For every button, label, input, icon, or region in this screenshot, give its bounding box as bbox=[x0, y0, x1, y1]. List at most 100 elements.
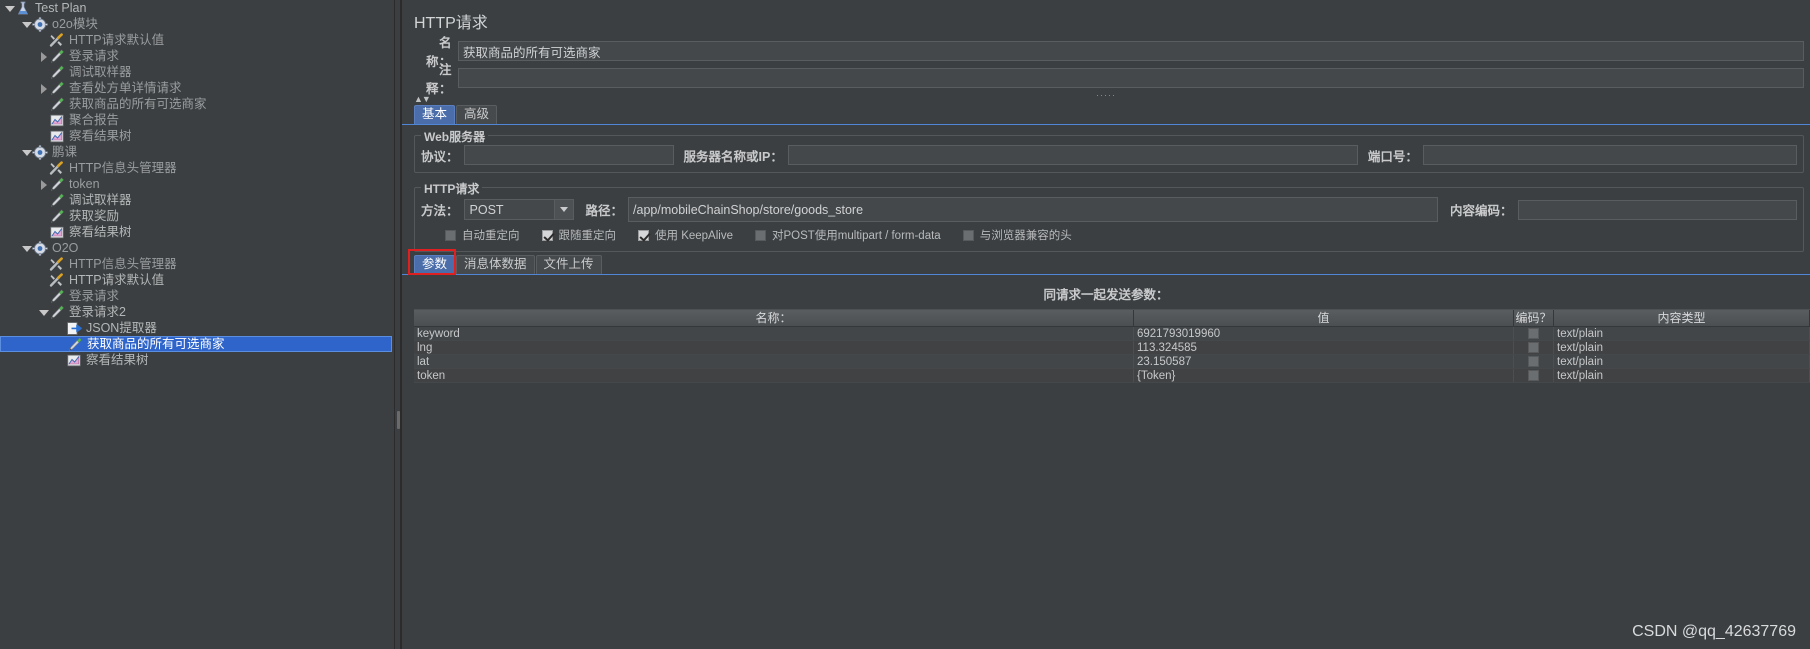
pane-splitter[interactable] bbox=[394, 0, 401, 649]
column-header[interactable]: 值 bbox=[1134, 310, 1514, 326]
tree-item[interactable]: 鹏课 bbox=[0, 144, 394, 160]
param-tab-2[interactable]: 文件上传 bbox=[535, 255, 602, 274]
tree-twisty-down-icon[interactable] bbox=[21, 147, 32, 158]
tree-twisty-down-icon[interactable] bbox=[38, 307, 49, 318]
parameters-table[interactable]: 名称：值编码？ 内容类型 keyword 6921793019960 text/pla… bbox=[414, 309, 1810, 383]
checkbox-icon[interactable] bbox=[754, 229, 766, 241]
tree-item[interactable]: 调试取样器 bbox=[0, 192, 394, 208]
tree-item-label: 察看结果树 bbox=[86, 353, 149, 367]
tree-item[interactable]: HTTP信息头管理器 bbox=[0, 160, 394, 176]
checkbox-icon[interactable] bbox=[541, 229, 553, 241]
tree-item[interactable]: o2o模块 bbox=[0, 16, 394, 32]
column-header[interactable]: 内容类型 bbox=[1554, 310, 1810, 326]
comment-input[interactable] bbox=[458, 68, 1804, 88]
tree-item[interactable]: 获取奖励 bbox=[0, 208, 394, 224]
table-row[interactable]: lat 23.150587 text/plain bbox=[414, 355, 1810, 369]
collapse-toggle[interactable]: ▲▼ ․․․․․ bbox=[402, 89, 1810, 106]
server-input[interactable] bbox=[787, 145, 1358, 165]
cell-name[interactable]: lat bbox=[414, 355, 1134, 368]
chevron-down-icon[interactable] bbox=[553, 200, 573, 219]
up-arrow-icon[interactable]: ▲ bbox=[414, 95, 423, 104]
tree-twisty-empty bbox=[38, 291, 49, 302]
checkbox-icon[interactable] bbox=[638, 229, 649, 241]
cell-name[interactable]: token bbox=[414, 369, 1134, 382]
option-3[interactable]: 对POST使用multipart / form-data bbox=[754, 227, 941, 243]
tree-item[interactable]: HTTP请求默认值 bbox=[0, 272, 394, 288]
name-input[interactable] bbox=[458, 41, 1804, 61]
cell-value[interactable]: {Token} bbox=[1134, 369, 1514, 382]
content-encoding-label: 内容编码： bbox=[1450, 204, 1513, 218]
tree-twisty-down-icon[interactable] bbox=[21, 19, 32, 30]
tree-twisty-down-icon[interactable] bbox=[4, 3, 15, 14]
content-encoding-input[interactable] bbox=[1517, 199, 1797, 220]
tree-item[interactable]: Test Plan bbox=[0, 0, 394, 16]
path-input[interactable] bbox=[628, 197, 1439, 222]
tree-item[interactable]: O2O bbox=[0, 240, 394, 256]
tree-item[interactable]: 察看结果树 bbox=[0, 128, 394, 144]
protocol-input[interactable] bbox=[463, 145, 674, 165]
tree-item[interactable]: 调试取样器 bbox=[0, 64, 394, 80]
tree-item[interactable]: 登录请求 bbox=[0, 48, 394, 64]
column-header[interactable]: 名称： bbox=[414, 310, 1134, 326]
tree-item[interactable]: 登录请求2 bbox=[0, 304, 394, 320]
table-row[interactable]: token {Token} text/plain bbox=[414, 369, 1810, 383]
tree-item[interactable]: token bbox=[0, 176, 394, 192]
cell-encode[interactable] bbox=[1514, 369, 1554, 382]
tree-item[interactable]: 察看结果树 bbox=[0, 224, 394, 240]
tree-twisty-empty bbox=[38, 67, 49, 78]
option-1[interactable]: 跟随重定向 bbox=[541, 227, 616, 243]
cell-name[interactable]: keyword bbox=[414, 327, 1134, 340]
tab-advanced[interactable]: 高级 bbox=[456, 105, 498, 124]
option-2[interactable]: 使用 KeepAlive bbox=[638, 227, 733, 243]
table-row[interactable]: lng 113.324585 text/plain bbox=[414, 341, 1810, 355]
cell-content-type[interactable]: text/plain bbox=[1554, 341, 1810, 354]
tree-item[interactable]: 察看结果树 bbox=[0, 352, 394, 368]
tree-item-label: 登录请求 bbox=[69, 289, 120, 303]
cell-value[interactable]: 6921793019960 bbox=[1134, 327, 1514, 340]
checkbox-icon[interactable] bbox=[1528, 328, 1539, 339]
param-tabstrip[interactable]: 参数 消息体数据 文件上传 bbox=[402, 249, 1810, 275]
cell-content-type[interactable]: text/plain bbox=[1554, 327, 1810, 340]
cell-value[interactable]: 113.324585 bbox=[1134, 341, 1514, 354]
tree-item[interactable]: 聚合报告 bbox=[0, 112, 394, 128]
checkbox-icon[interactable] bbox=[1528, 370, 1539, 381]
cell-encode[interactable] bbox=[1514, 327, 1554, 340]
checkbox-icon[interactable] bbox=[962, 229, 974, 241]
option-0[interactable]: 自动重定向 bbox=[445, 227, 520, 243]
tree-twisty-down-icon[interactable] bbox=[21, 243, 32, 254]
tree-item[interactable]: HTTP请求默认值 bbox=[0, 32, 394, 48]
down-arrow-icon[interactable]: ▼ bbox=[422, 95, 431, 104]
table-body: keyword 6921793019960 text/plain lng 113.324… bbox=[414, 327, 1810, 383]
cell-content-type[interactable]: text/plain bbox=[1554, 369, 1810, 382]
table-row[interactable]: keyword 6921793019960 text/plain bbox=[414, 327, 1810, 341]
test-plan-tree[interactable]: Test Plan o2o模块 HTTP请求默认值 登录请求 调试取样器 查看处方单详情请… bbox=[0, 0, 394, 649]
checkbox-icon[interactable] bbox=[1528, 356, 1539, 367]
method-select[interactable]: POST bbox=[463, 199, 574, 220]
checkbox-icon[interactable] bbox=[1528, 342, 1539, 353]
cell-name[interactable]: lng bbox=[414, 341, 1134, 354]
checkbox-icon[interactable] bbox=[445, 229, 456, 241]
cell-encode[interactable] bbox=[1514, 341, 1554, 354]
main-tabstrip[interactable]: 基本 高级 bbox=[402, 105, 1810, 125]
drag-handle-icon[interactable]: ․․․․․ bbox=[1096, 89, 1116, 98]
tree-item[interactable]: 登录请求 bbox=[0, 288, 394, 304]
tree-item[interactable]: JSON提取器 bbox=[0, 320, 394, 336]
tree-item[interactable]: 查看处方单详情请求 bbox=[0, 80, 394, 96]
cell-value[interactable]: 23.150587 bbox=[1134, 355, 1514, 368]
tab-basic[interactable]: 基本 bbox=[414, 105, 456, 124]
tree-item-selected[interactable]: 获取商品的所有可选商家 bbox=[0, 336, 392, 352]
splitter-grip[interactable] bbox=[397, 411, 400, 429]
tree-twisty-right-icon[interactable] bbox=[38, 83, 49, 94]
tree-item[interactable]: 获取商品的所有可选商家 bbox=[0, 96, 394, 112]
tree-item[interactable]: HTTP信息头管理器 bbox=[0, 256, 394, 272]
option-4[interactable]: 与浏览器兼容的头 bbox=[962, 227, 1072, 243]
cell-encode[interactable] bbox=[1514, 355, 1554, 368]
param-tab-1[interactable]: 消息体数据 bbox=[456, 255, 535, 274]
tree-twisty-right-icon[interactable] bbox=[38, 179, 49, 190]
column-header[interactable]: 编码？ bbox=[1514, 310, 1554, 326]
option-label: 使用 KeepAlive bbox=[655, 230, 733, 242]
param-tab-0[interactable]: 参数 bbox=[414, 255, 456, 274]
tree-twisty-right-icon[interactable] bbox=[38, 51, 49, 62]
cell-content-type[interactable]: text/plain bbox=[1554, 355, 1810, 368]
port-input[interactable] bbox=[1422, 145, 1797, 165]
